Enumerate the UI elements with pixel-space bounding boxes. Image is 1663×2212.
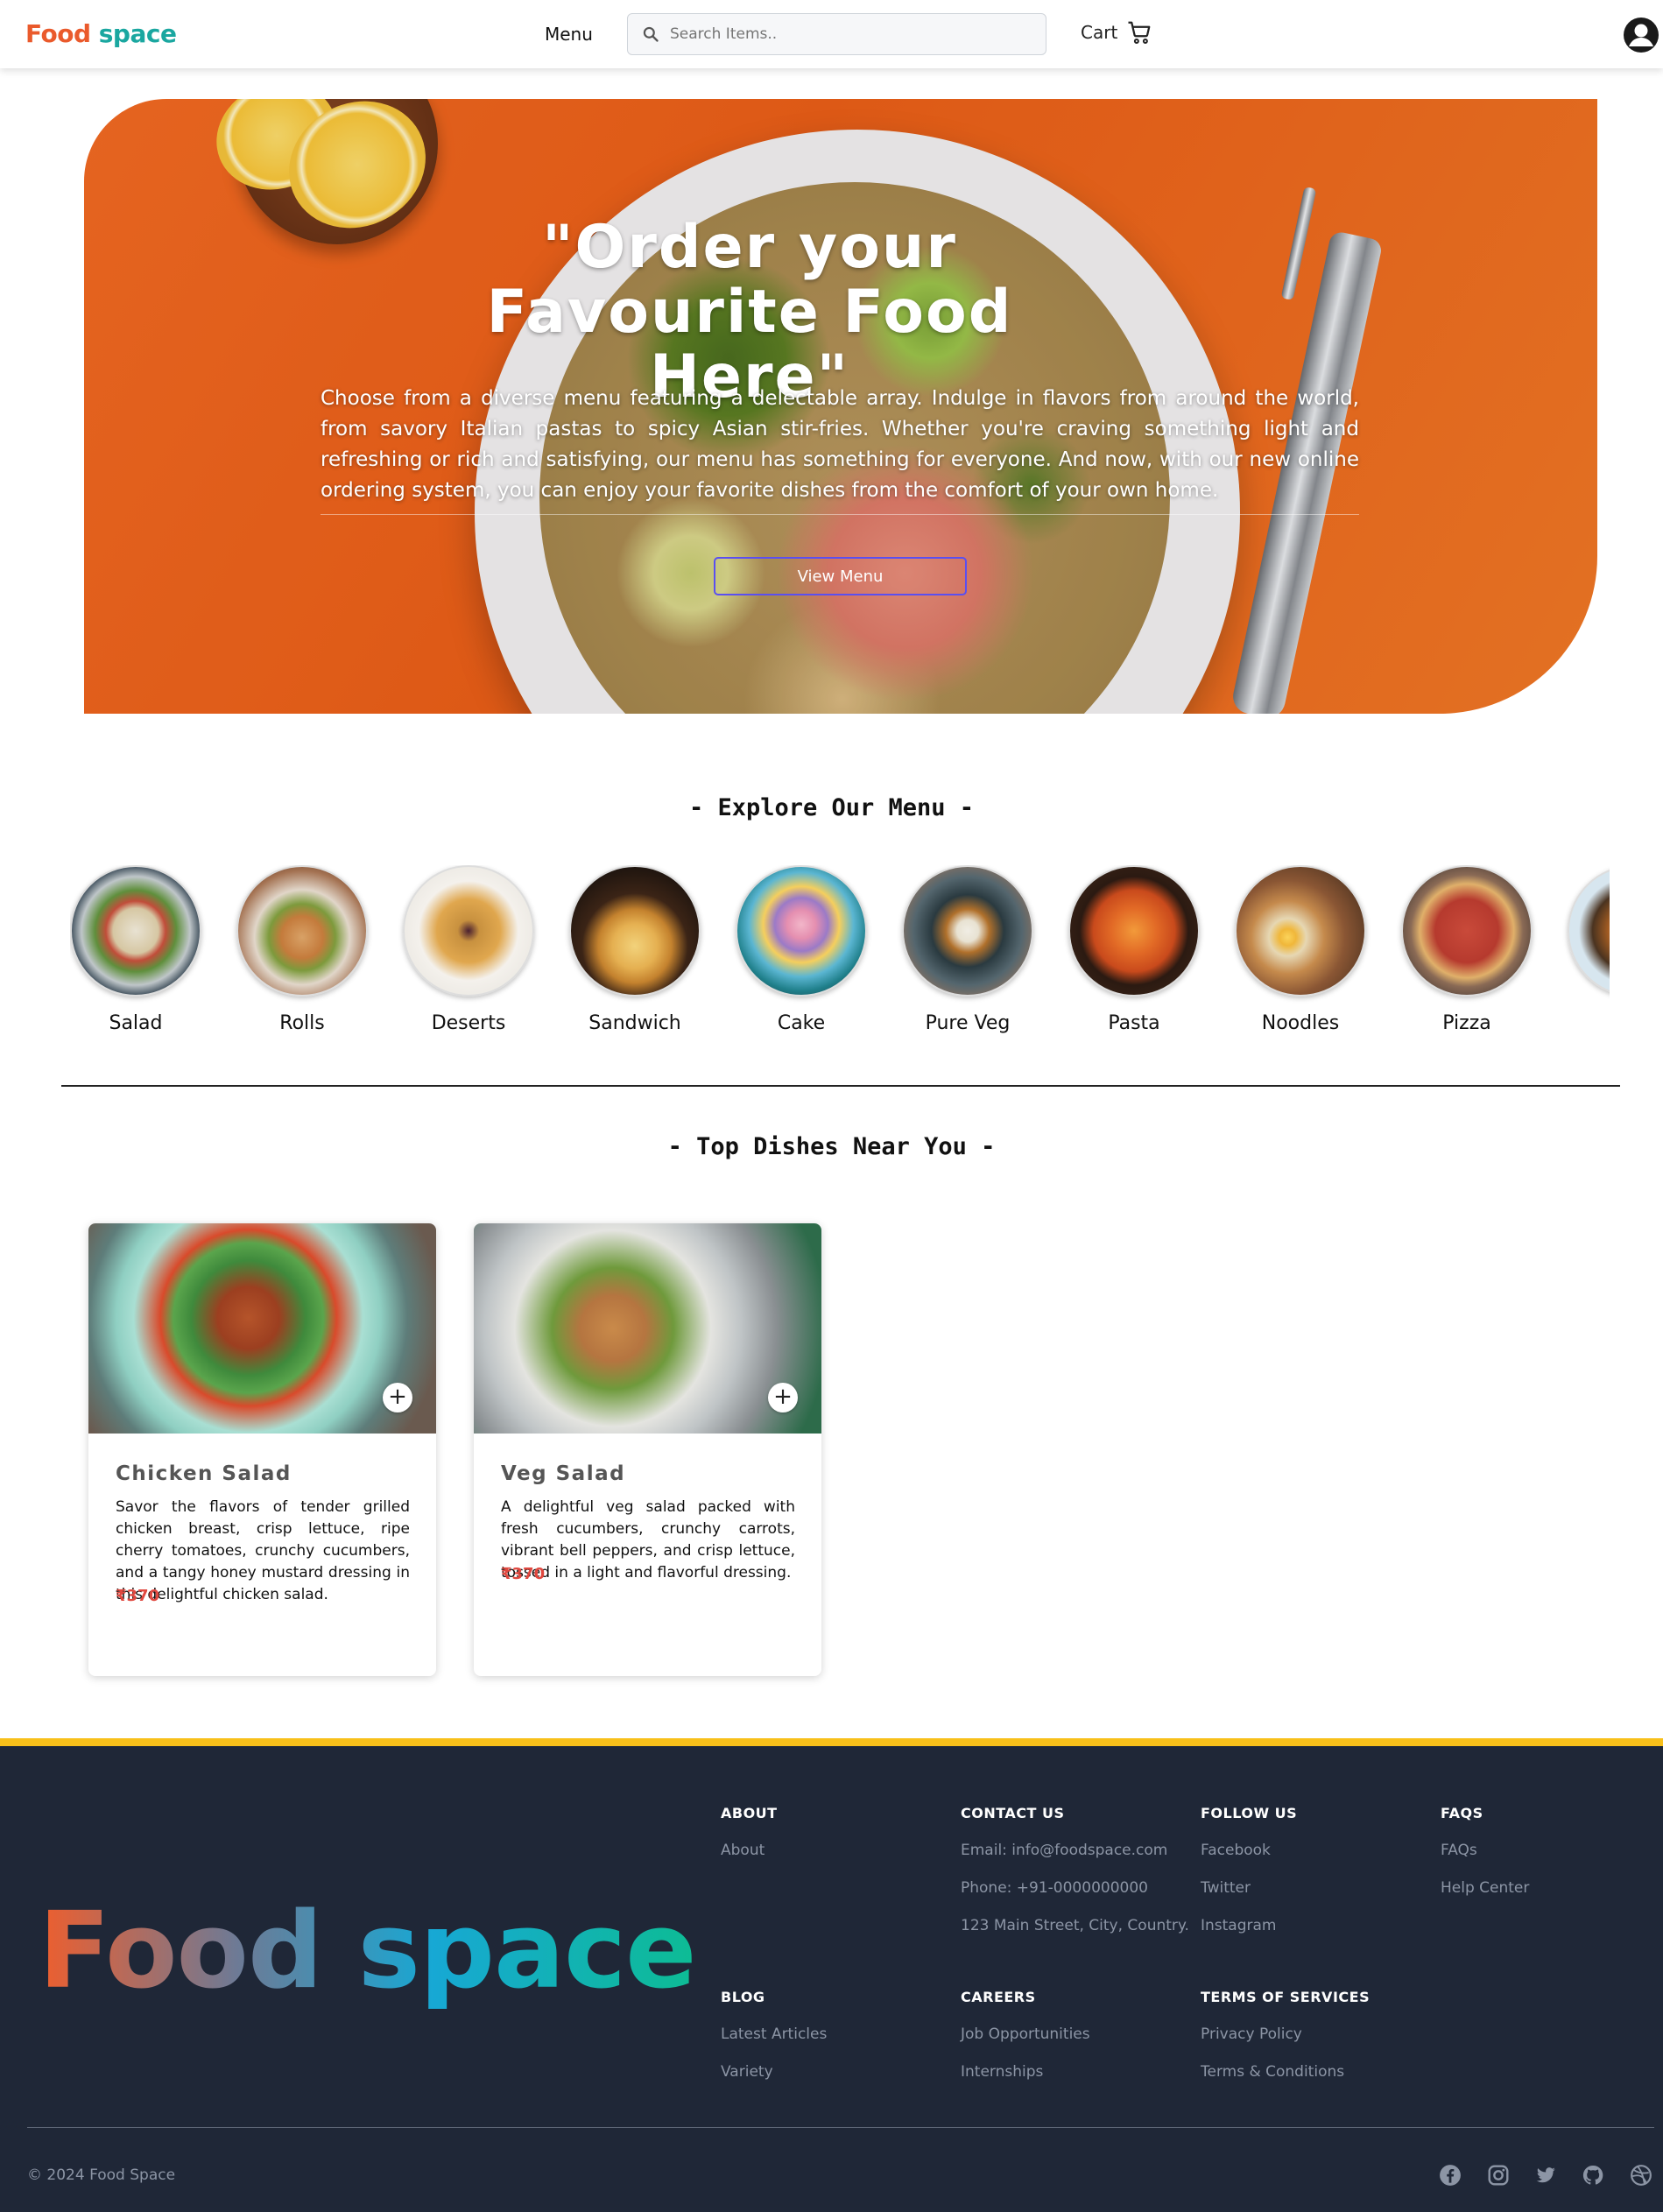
- dish-description: Savor the flavors of tender grilled chic…: [116, 1498, 410, 1603]
- category-label: Pasta: [1108, 1012, 1160, 1034]
- footer-link-address[interactable]: 123 Main Street, City, Country.: [961, 1917, 1189, 1934]
- add-to-cart-button[interactable]: +: [768, 1383, 798, 1412]
- category-pasta[interactable]: Pasta: [1068, 865, 1200, 1034]
- category-cake[interactable]: Cake: [736, 865, 867, 1034]
- footer-link-internships[interactable]: Internships: [961, 2063, 1090, 2081]
- hero-divider: [321, 514, 1359, 515]
- explore-menu-title: - Explore Our Menu -: [688, 794, 975, 821]
- category-pizza[interactable]: Pizza: [1401, 865, 1533, 1034]
- dish-description: A delightful veg salad packed with fresh…: [501, 1498, 795, 1582]
- dish-price: ₹370: [501, 1565, 546, 1583]
- footer-link-phone[interactable]: Phone: +91-0000000000: [961, 1879, 1189, 1897]
- category-sandwich[interactable]: Sandwich: [569, 865, 701, 1034]
- hero-banner: "Order your Favourite Food Here" Choose …: [84, 99, 1597, 714]
- noodles-image: [1235, 865, 1366, 997]
- hero-description: Choose from a diverse menu featuring a d…: [321, 387, 1359, 502]
- pasta-image: [1068, 865, 1200, 997]
- top-dishes-title: - Top Dishes Near You -: [667, 1133, 996, 1160]
- twitter-icon[interactable]: [1534, 2164, 1557, 2187]
- footer-link-email[interactable]: Email: info@foodspace.com: [961, 1842, 1189, 1859]
- rolls-image: [236, 865, 368, 997]
- search-icon: [643, 26, 659, 42]
- category-label: Salad: [109, 1012, 163, 1034]
- footer-link-faqs[interactable]: FAQs: [1441, 1842, 1529, 1859]
- cart-button[interactable]: Cart: [1081, 19, 1152, 46]
- footer-link-latest-articles[interactable]: Latest Articles: [721, 2025, 827, 2043]
- add-to-cart-button[interactable]: +: [383, 1383, 412, 1412]
- search-box[interactable]: [627, 13, 1046, 55]
- category-rolls[interactable]: Rolls: [236, 865, 368, 1034]
- cart-label: Cart: [1081, 22, 1118, 43]
- footer-heading: BLOG: [721, 1989, 765, 2005]
- facebook-icon[interactable]: [1439, 2164, 1462, 2187]
- category-salad[interactable]: Salad: [70, 865, 201, 1034]
- section-divider: [61, 1085, 1620, 1087]
- footer-link-job-opportunities[interactable]: Job Opportunities: [961, 2025, 1090, 2043]
- footer-heading: CAREERS: [961, 1989, 1036, 2005]
- dish-name: Chicken Salad: [116, 1462, 292, 1485]
- footer-link-help-center[interactable]: Help Center: [1441, 1879, 1529, 1897]
- logo-word-food: Food: [25, 19, 91, 48]
- footer-heading: TERMS OF SERVICES: [1201, 1989, 1371, 2005]
- category-pure-veg[interactable]: Pure Veg: [902, 865, 1033, 1034]
- view-menu-button[interactable]: View Menu: [714, 557, 967, 595]
- footer-heading: FAQS: [1441, 1805, 1483, 1821]
- pure-veg-image: [902, 865, 1033, 997]
- footer-heading: CONTACT US: [961, 1805, 1065, 1821]
- cake-image: [736, 865, 867, 997]
- footer-link-variety[interactable]: Variety: [721, 2063, 827, 2081]
- footer-logo: Food space: [39, 1891, 696, 2012]
- cart-icon: [1128, 21, 1151, 44]
- brand-logo[interactable]: Food space: [25, 19, 177, 48]
- logo-word-space: space: [98, 19, 177, 48]
- category-label: Noodles: [1261, 1012, 1340, 1034]
- dish-name: Veg Salad: [501, 1462, 626, 1485]
- category-label: Deserts: [431, 1012, 506, 1034]
- deserts-image: [403, 865, 534, 997]
- footer-link-twitter[interactable]: Twitter: [1201, 1879, 1297, 1897]
- search-input[interactable]: [670, 22, 1029, 46]
- footer-follow-column: FOLLOW US Facebook Twitter Instagram: [1201, 1805, 1297, 1934]
- category-deserts[interactable]: Deserts: [403, 865, 534, 1034]
- footer-about-column: ABOUT About: [721, 1805, 778, 1859]
- category-label: Pure Veg: [925, 1012, 1011, 1034]
- footer-heading: ABOUT: [721, 1805, 778, 1821]
- category-label: Rolls: [279, 1012, 325, 1034]
- category-label: Cake: [777, 1012, 826, 1034]
- sandwich-image: [569, 865, 701, 997]
- category-noodles[interactable]: Noodles: [1235, 865, 1366, 1034]
- footer-divider: [27, 2127, 1654, 2128]
- category-image: [1568, 865, 1610, 997]
- footer-link-about[interactable]: About: [721, 1842, 778, 1859]
- dish-card[interactable]: + Chicken Salad Savor the flavors of ten…: [88, 1223, 436, 1676]
- dish-price: ₹370: [116, 1587, 160, 1605]
- footer-contact-column: CONTACT US Email: info@foodspace.com Pho…: [961, 1805, 1189, 1934]
- footer-heading: FOLLOW US: [1201, 1805, 1298, 1821]
- copyright-text: © 2024 Food Space: [27, 2166, 176, 2184]
- github-icon[interactable]: [1582, 2164, 1604, 2187]
- category-label: Pizza: [1442, 1012, 1491, 1034]
- footer-link-facebook[interactable]: Facebook: [1201, 1842, 1297, 1859]
- dish-card[interactable]: + Veg Salad A delightful veg salad packe…: [474, 1223, 821, 1676]
- category-label: Sandwich: [588, 1012, 681, 1034]
- nav-menu-link[interactable]: Menu: [545, 24, 593, 45]
- user-avatar-icon[interactable]: [1624, 18, 1659, 53]
- dribbble-icon[interactable]: [1630, 2164, 1652, 2187]
- instagram-icon[interactable]: [1487, 2164, 1510, 2187]
- footer-careers-column: CAREERS Job Opportunities Internships: [961, 1989, 1090, 2081]
- footer-faqs-column: FAQS FAQs Help Center: [1441, 1805, 1529, 1897]
- footer-link-privacy-policy[interactable]: Privacy Policy: [1201, 2025, 1370, 2043]
- footer-link-terms-conditions[interactable]: Terms & Conditions: [1201, 2063, 1370, 2081]
- top-navbar: Food space Menu Cart: [0, 0, 1663, 68]
- footer-blog-column: BLOG Latest Articles Variety: [721, 1989, 827, 2081]
- footer-terms-column: TERMS OF SERVICES Privacy Policy Terms &…: [1201, 1989, 1370, 2081]
- hero-title: "Order your Favourite Food Here": [486, 213, 1013, 412]
- category-noodles-2[interactable]: No: [1568, 865, 1610, 1034]
- salad-image: [70, 865, 201, 997]
- category-label: No: [1568, 1012, 1610, 1034]
- pizza-image: [1401, 865, 1533, 997]
- menu-category-carousel[interactable]: Salad Rolls Deserts Sandwich Cake Pure V…: [70, 865, 1610, 1040]
- site-footer: Food space ABOUT About CONTACT US Email:…: [0, 1738, 1663, 2212]
- footer-link-instagram[interactable]: Instagram: [1201, 1917, 1297, 1934]
